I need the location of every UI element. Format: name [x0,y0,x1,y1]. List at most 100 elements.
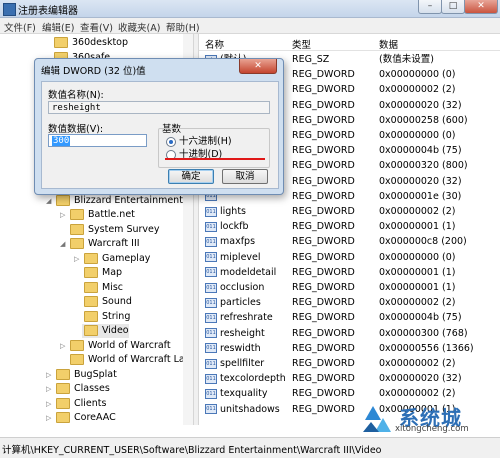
close-button[interactable]: ✕ [464,0,498,14]
folder-icon [70,224,84,235]
tree-item-selected[interactable]: Video [82,324,129,338]
menu-help[interactable]: 帮助(H) [166,20,200,34]
collapse-arrow-icon[interactable]: ◢ [60,237,68,251]
value-type-cell: REG_DWORD [292,84,355,96]
value-data-input[interactable]: 300 [48,134,147,147]
value-data-cell: 0x0000001e (30) [379,190,462,202]
value-type-cell: REG_DWORD [292,114,355,126]
value-name-cell: 011 lights [205,206,247,217]
column-data-header[interactable]: 数据 [379,37,398,51]
cancel-button[interactable]: 取消 [222,169,268,184]
tree-item[interactable]: System Survey [68,223,160,237]
reg-binary-icon: 011 [205,312,217,323]
tree-item[interactable]: ◢ Warcraft III [60,237,140,251]
folder-icon [70,238,84,249]
expand-arrow-icon[interactable]: ▷ [60,339,68,353]
window-title: 注册表编辑器 [18,6,78,17]
table-row[interactable]: 011 particles REG_DWORD 0x00000002 (2) [199,295,500,310]
tree-item[interactable]: ▷ Gameplay [74,252,150,266]
table-row[interactable]: 011 lights REG_DWORD 0x00000002 (2) [199,204,500,219]
expand-arrow-icon[interactable]: ▷ [60,208,68,222]
tree-item[interactable]: ▷ Battle.net [60,208,135,222]
value-data-cell: 0x00000002 (2) [379,388,456,400]
tree-item[interactable]: ▷ CoreAAC [46,411,116,425]
value-type-cell: REG_DWORD [292,373,355,385]
value-type-cell: REG_DWORD [292,312,355,324]
value-name-cell: 011 texquality [205,388,268,400]
tree-item[interactable]: 360desktop [52,36,128,50]
value-type-cell: REG_DWORD [292,251,355,263]
menu-file[interactable]: 文件(F) [4,20,36,34]
hex-radio[interactable]: 十六进制(H) [166,133,232,147]
expand-arrow-icon[interactable]: ▷ [46,382,54,396]
table-row[interactable]: 011 occlusion REG_DWORD 0x00000001 (1) [199,280,500,295]
tree-item[interactable]: Map [82,266,122,280]
value-type-cell: REG_DWORD [292,221,355,233]
tree-item[interactable]: ▷ World of Warcraft [60,339,171,353]
tree-item[interactable]: ▷ Clients [46,397,106,411]
collapse-arrow-icon[interactable]: ◢ [46,194,54,208]
value-data-cell: 0x00000001 (1) [379,221,456,233]
minimize-button[interactable]: – [418,0,442,14]
menu-edit[interactable]: 编辑(E) [42,20,74,34]
table-row[interactable]: 011 reswidth REG_DWORD 0x00000556 (1366) [199,341,500,356]
value-data-cell: 0x00000020 (32) [379,175,462,187]
expand-arrow-icon[interactable]: ▷ [74,252,82,266]
value-type-cell: REG_DWORD [292,297,355,309]
expand-arrow-icon[interactable]: ▷ [46,397,54,411]
menu-favorites[interactable]: 收藏夹(A) [118,20,160,34]
value-type-cell: REG_DWORD [292,190,355,202]
value-data-cell: 0x00000556 (1366) [379,342,474,354]
watermark-url: xitongcheng.com [395,424,469,434]
value-type-cell: REG_DWORD [292,175,355,187]
folder-icon [70,340,84,351]
value-data-label: 数值数据(V): [48,124,104,135]
reg-binary-icon: 011 [205,206,217,217]
value-type-cell: REG_DWORD [292,99,355,111]
reg-binary-icon: 011 [205,328,217,339]
edit-dword-dialog: 编辑 DWORD (32 位)值 ✕ 数值名称(N): resheight 数值… [34,58,284,195]
table-row[interactable]: 011 texquality REG_DWORD 0x00000002 (2) [199,386,500,401]
value-data-cell: 0x00000000 (0) [379,130,456,141]
tree-item[interactable]: Sound [82,295,132,309]
column-name-header[interactable]: 名称 [205,37,224,51]
reg-binary-icon: 011 [205,404,217,415]
value-name-cell: 011 unitshadows [205,403,280,415]
tree-item[interactable]: ◢ Blizzard Entertainment [46,194,183,208]
ok-button[interactable]: 确定 [168,169,214,184]
reg-binary-icon: 011 [205,236,217,247]
value-name-label: 数值名称(N): [48,90,104,101]
value-name-cell: 011 spellfilter [205,358,265,369]
value-data-cell: 0x00000002 (2) [379,358,456,369]
maximize-button[interactable]: □ [441,0,465,14]
expand-arrow-icon[interactable]: ▷ [46,368,54,382]
folder-icon [70,209,84,220]
expand-arrow-icon[interactable]: ▷ [46,411,54,425]
folder-icon [56,195,70,206]
table-row[interactable]: 011 texcolordepth REG_DWORD 0x00000020 (32) [199,371,500,386]
reg-binary-icon: 011 [205,221,217,232]
tree-item[interactable]: String [82,310,130,324]
value-name-cell: 011 resheight [205,327,265,339]
reg-binary-icon: 011 [205,343,217,354]
table-row[interactable]: 011 resheight REG_DWORD 0x00000300 (768) [199,326,500,341]
reg-binary-icon: 011 [205,267,217,278]
menu-bar: 文件(F) 编辑(E) 查看(V) 收藏夹(A) 帮助(H) [0,18,500,34]
tree-item[interactable]: ▷ Classes [46,382,110,396]
tree-item[interactable]: ▷ BugSplat [46,368,117,382]
value-data-cell: 0x00000001 (1) [379,282,456,293]
reg-binary-icon: 011 [205,358,217,369]
column-type-header[interactable]: 类型 [292,37,311,51]
value-type-cell: REG_DWORD [292,327,355,339]
tree-item[interactable]: Misc [82,281,123,295]
menu-view[interactable]: 查看(V) [80,20,113,34]
table-row[interactable]: 011 lockfb REG_DWORD 0x00000001 (1) [199,219,500,234]
dialog-title: 编辑 DWORD (32 位)值 [41,66,146,77]
table-row[interactable]: 011 maxfps REG_DWORD 0x000000c8 (200) [199,234,500,249]
tree-item[interactable]: World of Warcraft Laur [68,353,193,367]
dialog-close-button[interactable]: ✕ [239,59,277,74]
table-row[interactable]: 011 modeldetail REG_DWORD 0x00000001 (1) [199,265,500,280]
table-row[interactable]: 011 refreshrate REG_DWORD 0x0000004b (75) [199,310,500,325]
table-row[interactable]: 011 miplevel REG_DWORD 0x00000000 (0) [199,250,500,265]
table-row[interactable]: 011 spellfilter REG_DWORD 0x00000002 (2) [199,356,500,371]
